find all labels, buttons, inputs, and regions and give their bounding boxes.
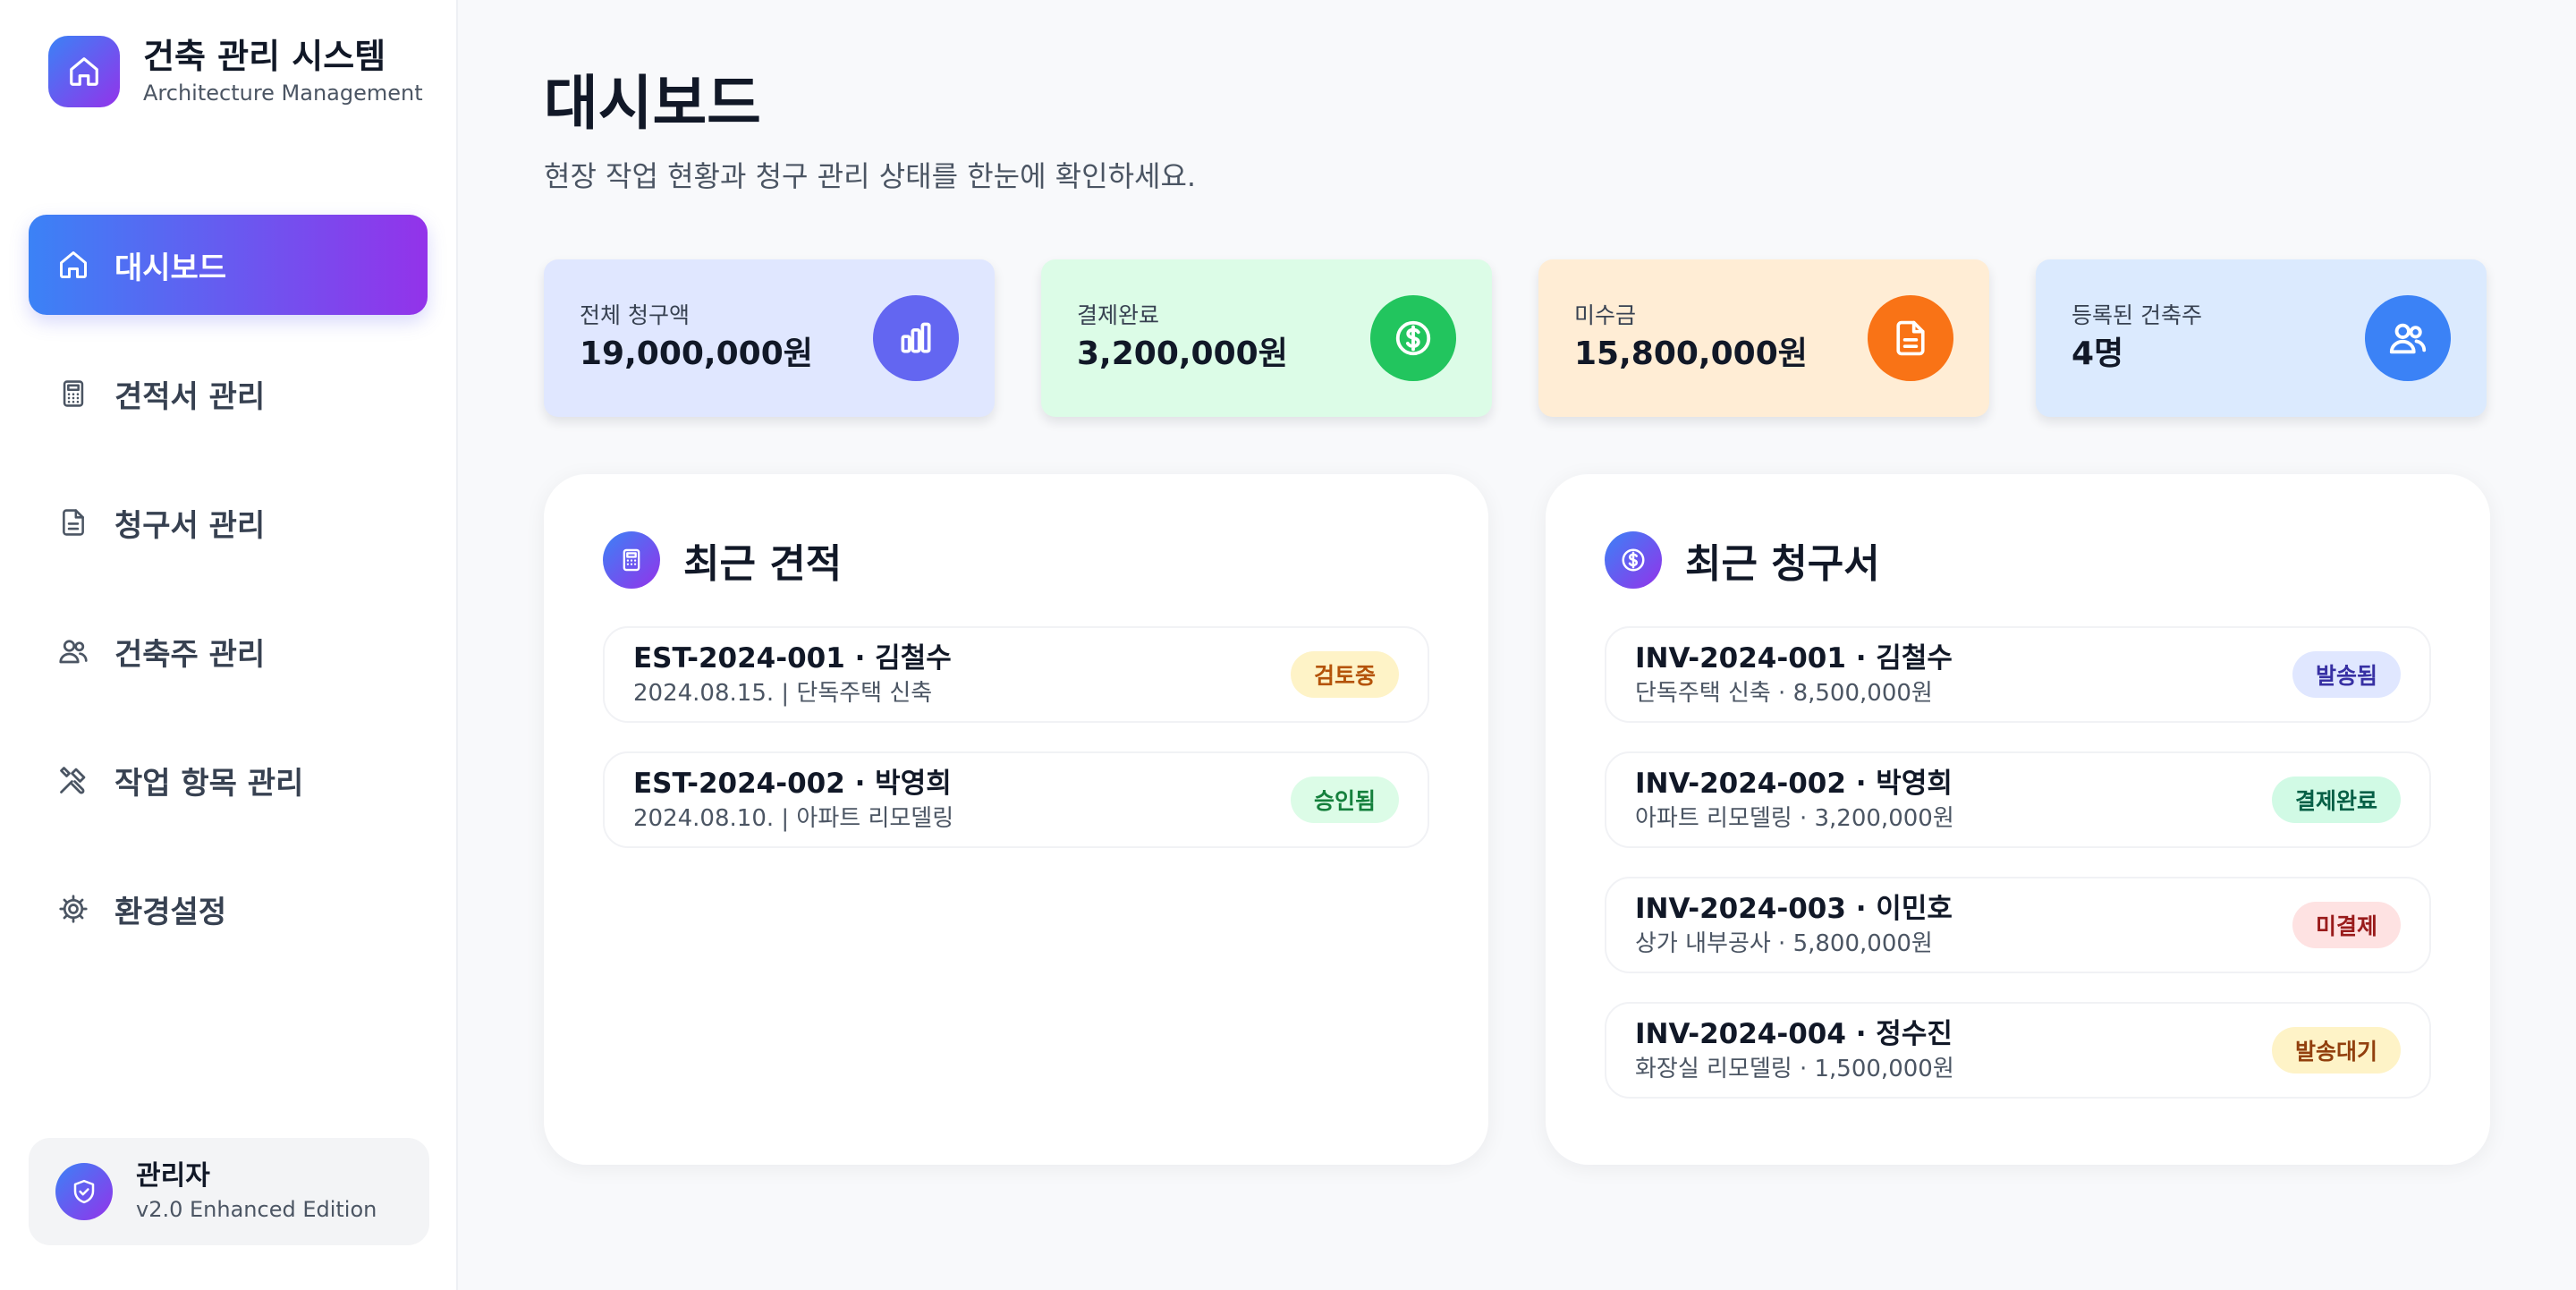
users-icon xyxy=(57,635,89,667)
list-item[interactable]: INV-2024-002 · 박영희 아파트 리모델링 · 3,200,000원… xyxy=(1605,751,2431,848)
status-badge: 검토중 xyxy=(1290,651,1399,698)
estimate-detail: 2024.08.10. | 아파트 리모델링 xyxy=(633,805,954,832)
list-item[interactable]: EST-2024-001 · 김철수 2024.08.15. | 단독주택 신축… xyxy=(603,626,1429,723)
admin-card[interactable]: 관리자 v2.0 Enhanced Edition xyxy=(29,1138,429,1245)
document-icon xyxy=(57,506,89,539)
stat-label: 등록된 건축주 xyxy=(2072,302,2202,328)
tools-icon xyxy=(57,764,89,796)
invoice-title: INV-2024-003 · 이민호 xyxy=(1635,893,1953,925)
document-icon xyxy=(1868,295,1953,381)
stat-value: 3,200,000원 xyxy=(1077,335,1288,372)
estimate-title: EST-2024-001 · 김철수 xyxy=(633,642,952,675)
stat-label: 미수금 xyxy=(1574,302,1637,328)
sidebar-item-estimates[interactable]: 견적서 관리 xyxy=(29,344,428,444)
sidebar-item-label: 청구서 관리 xyxy=(114,507,266,544)
estimate-title: EST-2024-002 · 박영희 xyxy=(633,768,952,800)
sidebar-item-label: 작업 항목 관리 xyxy=(114,765,304,802)
stat-value: 15,800,000원 xyxy=(1574,335,1808,372)
sidebar-item-label: 견적서 관리 xyxy=(114,378,266,415)
status-badge: 승인됨 xyxy=(1290,777,1399,823)
admin-version: v2.0 Enhanced Edition xyxy=(136,1197,377,1222)
panels-row: 최근 견적 EST-2024-001 · 김철수 2024.08.15. | 단… xyxy=(544,474,2490,1165)
stat-label: 결제완료 xyxy=(1077,302,1160,328)
stat-card-clients[interactable]: 등록된 건축주 4명 xyxy=(2036,259,2487,417)
recent-estimates-panel: 최근 견적 EST-2024-001 · 김철수 2024.08.15. | 단… xyxy=(544,474,1488,1165)
recent-invoices-panel: 최근 청구서 INV-2024-001 · 김철수 단독주택 신축 · 8,50… xyxy=(1546,474,2490,1165)
gear-icon xyxy=(57,893,89,925)
stat-value: 19,000,000원 xyxy=(580,335,813,372)
invoice-title: INV-2024-004 · 정수진 xyxy=(1635,1018,1953,1050)
invoice-detail: 단독주택 신축 · 8,500,000원 xyxy=(1635,680,1933,707)
panel-title: 최근 견적 xyxy=(683,541,843,587)
dollar-icon xyxy=(1605,531,1662,589)
sidebar-item-label: 환경설정 xyxy=(114,894,227,930)
sidebar-nav: 대시보드 견적서 관리 청구서 관리 건축주 관리 작업 항목 관리 환경설정 xyxy=(29,215,428,959)
home-icon xyxy=(57,249,89,281)
admin-name: 관리자 xyxy=(136,1160,210,1192)
sidebar-item-work-items[interactable]: 작업 항목 관리 xyxy=(29,730,428,830)
invoice-detail: 상가 내부공사 · 5,800,000원 xyxy=(1635,930,1933,957)
status-badge: 발송대기 xyxy=(2271,1027,2401,1074)
status-badge: 발송됨 xyxy=(2292,651,2401,698)
invoice-title: INV-2024-002 · 박영희 xyxy=(1635,768,1953,800)
app-root: 건축 관리 시스템 Architecture Management 대시보드 견… xyxy=(0,0,2576,1290)
page-title: 대시보드 xyxy=(544,69,761,138)
users-icon xyxy=(2365,295,2451,381)
sidebar: 건축 관리 시스템 Architecture Management 대시보드 견… xyxy=(0,0,458,1290)
shield-icon xyxy=(55,1163,113,1220)
dollar-icon xyxy=(1370,295,1456,381)
panel-title: 최근 청구서 xyxy=(1685,541,1880,587)
sidebar-item-label: 대시보드 xyxy=(114,250,227,286)
calculator-icon xyxy=(603,531,660,589)
brand: 건축 관리 시스템 Architecture Management xyxy=(29,0,428,143)
stat-card-total-billed[interactable]: 전체 청구액 19,000,000원 xyxy=(544,259,995,417)
bar-chart-icon xyxy=(873,295,959,381)
list-item[interactable]: INV-2024-003 · 이민호 상가 내부공사 · 5,800,000원 … xyxy=(1605,877,2431,973)
status-badge: 미결제 xyxy=(2292,902,2401,948)
invoice-detail: 아파트 리모델링 · 3,200,000원 xyxy=(1635,805,1954,832)
stat-card-paid[interactable]: 결제완료 3,200,000원 xyxy=(1041,259,1492,417)
sidebar-item-label: 건축주 관리 xyxy=(114,636,266,673)
sidebar-item-dashboard[interactable]: 대시보드 xyxy=(29,215,428,315)
stat-value: 4명 xyxy=(2072,335,2124,372)
calculator-icon xyxy=(57,378,89,410)
main-content: 대시보드 현장 작업 현황과 청구 관리 상태를 한눈에 확인하세요. 전체 청… xyxy=(458,0,2576,1290)
sidebar-item-clients[interactable]: 건축주 관리 xyxy=(29,601,428,701)
stat-card-outstanding[interactable]: 미수금 15,800,000원 xyxy=(1538,259,1989,417)
estimate-detail: 2024.08.15. | 단독주택 신축 xyxy=(633,680,933,707)
status-badge: 결제완료 xyxy=(2271,777,2401,823)
brand-subtitle: Architecture Management xyxy=(143,81,423,106)
invoice-title: INV-2024-001 · 김철수 xyxy=(1635,642,1953,675)
list-item[interactable]: INV-2024-004 · 정수진 화장실 리모델링 · 1,500,000원… xyxy=(1605,1002,2431,1099)
stat-label: 전체 청구액 xyxy=(580,302,690,328)
stats-row: 전체 청구액 19,000,000원 결제완료 3,200,000원 미수금 1… xyxy=(544,259,2490,417)
list-item[interactable]: INV-2024-001 · 김철수 단독주택 신축 · 8,500,000원 … xyxy=(1605,626,2431,723)
invoice-detail: 화장실 리모델링 · 1,500,000원 xyxy=(1635,1056,1954,1082)
brand-title: 건축 관리 시스템 xyxy=(143,37,386,76)
sidebar-item-settings[interactable]: 환경설정 xyxy=(29,859,428,959)
list-item[interactable]: EST-2024-002 · 박영희 2024.08.10. | 아파트 리모델… xyxy=(603,751,1429,848)
sidebar-item-invoices[interactable]: 청구서 관리 xyxy=(29,472,428,573)
page-subtitle: 현장 작업 현황과 청구 관리 상태를 한눈에 확인하세요. xyxy=(544,159,1197,193)
home-icon xyxy=(48,36,120,107)
